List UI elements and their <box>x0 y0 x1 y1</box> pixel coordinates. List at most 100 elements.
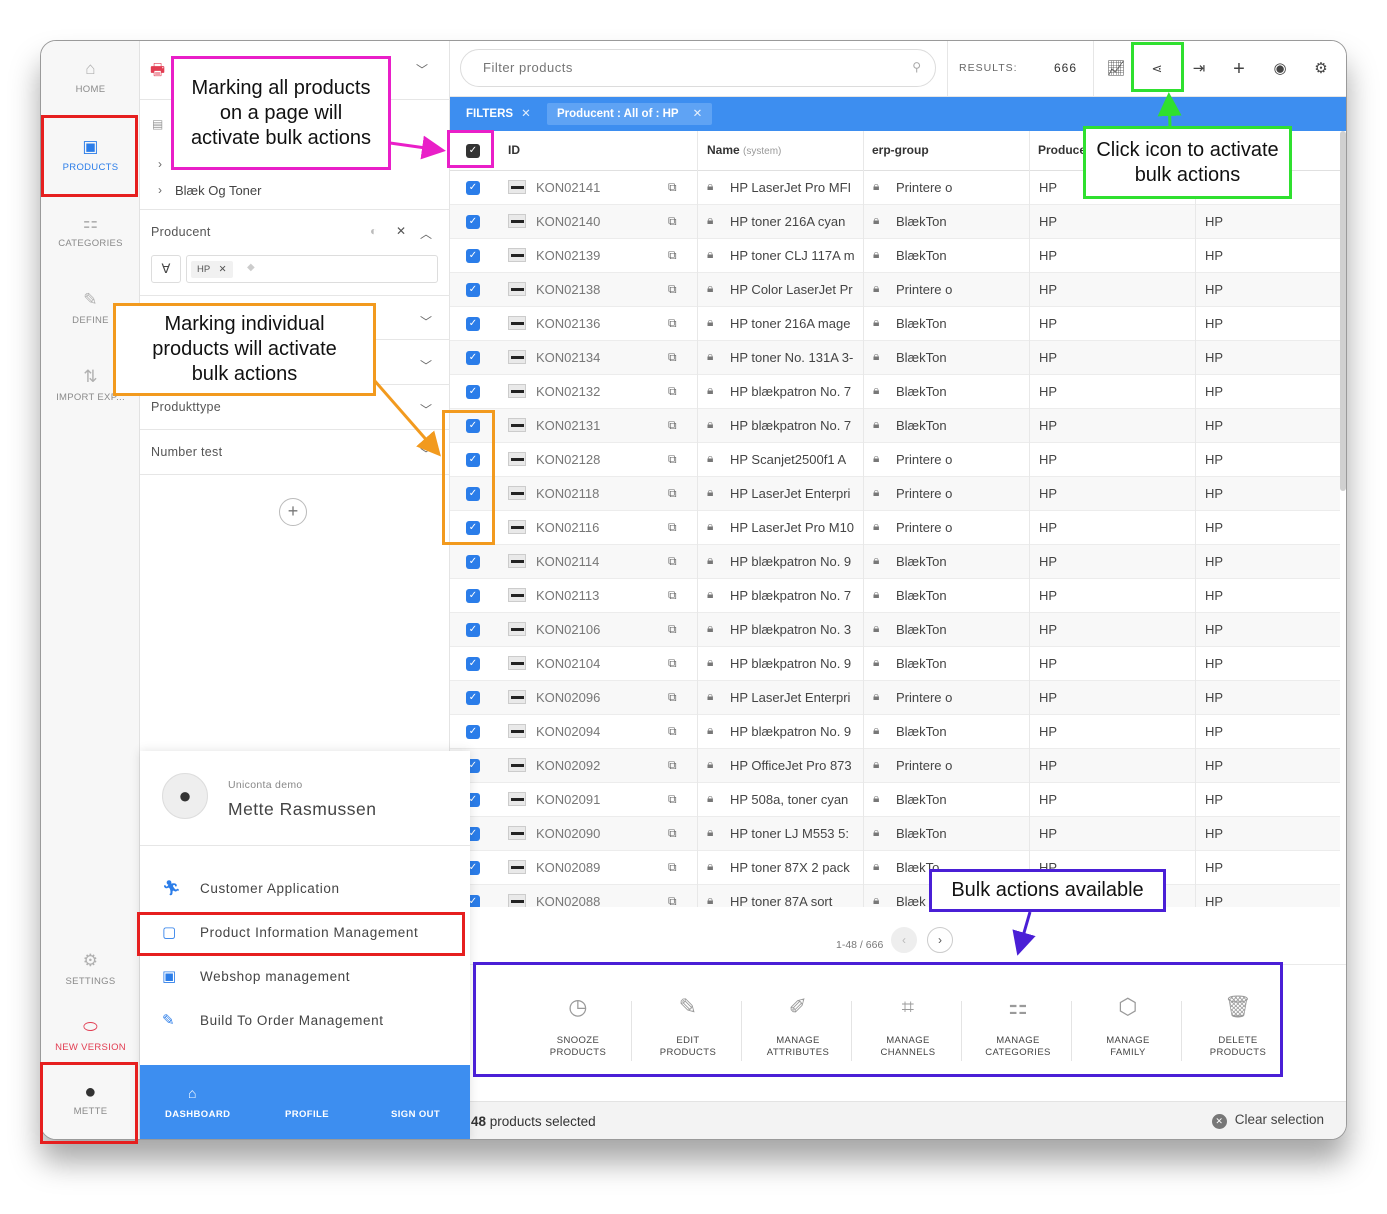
contrast-icon[interactable]: ◐ <box>370 224 377 238</box>
erp-group[interactable]: Printere o <box>896 486 1022 501</box>
copy-icon[interactable]: ⧉ <box>668 520 677 535</box>
col-erp-group[interactable]: erp-group <box>872 143 929 157</box>
product-id[interactable]: KON02134 <box>536 350 656 365</box>
product-name[interactable]: HP Scanjet2500f1 A <box>730 452 856 467</box>
product-name[interactable]: HP blækpatron No. 3 <box>730 622 856 637</box>
produkttype-label[interactable]: Produkttype <box>151 400 221 414</box>
product-name[interactable]: HP toner No. 131A 3- <box>730 350 856 365</box>
table-row[interactable]: ✓ KON02113 ⧉ 🔒︎ HP blækpatron No. 7 🔒︎ BlækTon… <box>450 579 1340 613</box>
copy-icon[interactable]: ⧉ <box>668 622 677 637</box>
add-icon[interactable]: + <box>1225 55 1253 83</box>
copy-icon[interactable]: ⧉ <box>668 452 677 467</box>
vertical-scrollbar[interactable] <box>1340 131 1346 491</box>
erp-group[interactable]: BlækTon <box>896 826 1022 841</box>
signout-button[interactable]: SIGN OUT <box>391 1109 440 1120</box>
col-id[interactable]: ID <box>508 143 520 157</box>
producent-2[interactable]: HP <box>1205 486 1325 501</box>
table-row[interactable]: ✓ KON02116 ⧉ 🔒︎ HP LaserJet Pro M10 🔒︎ Printer… <box>450 511 1340 545</box>
producent-2[interactable]: HP <box>1205 350 1325 365</box>
copy-icon[interactable]: ⧉ <box>668 486 677 501</box>
row-checkbox[interactable]: ✓ <box>466 657 480 671</box>
erp-group[interactable]: BlækTon <box>896 350 1022 365</box>
table-row[interactable]: ✓ KON02106 ⧉ 🔒︎ HP blækpatron No. 3 🔒︎ BlækTon… <box>450 613 1340 647</box>
product-name[interactable]: HP 508a, toner cyan <box>730 792 856 807</box>
erp-group[interactable]: Printere o <box>896 520 1022 535</box>
tag-chip[interactable]: HP ✕ <box>191 261 233 278</box>
category-item[interactable]: Blæk Og Toner <box>175 183 261 198</box>
product-name[interactable]: HP OfficeJet Pro 873 <box>730 758 856 773</box>
dashboard-button[interactable]: DASHBOARD <box>165 1109 230 1120</box>
product-id[interactable]: KON02131 <box>536 418 656 433</box>
clear-selection-button[interactable]: ✕ Clear selection <box>1211 1112 1324 1129</box>
table-row[interactable]: ✓ KON02131 ⧉ 🔒︎ HP blækpatron No. 7 🔒︎ BlækTon… <box>450 409 1340 443</box>
gear-icon[interactable]: ⚙ <box>1307 55 1335 83</box>
producent-2[interactable]: HP <box>1205 520 1325 535</box>
table-row[interactable]: ✓ KON02091 ⧉ 🔒︎ HP 508a, toner cyan 🔒︎ BlækTon… <box>450 783 1340 817</box>
product-id[interactable]: KON02141 <box>536 180 656 195</box>
producent-2[interactable]: HP <box>1205 622 1325 637</box>
row-checkbox[interactable]: ✓ <box>466 623 480 637</box>
table-row[interactable]: ✓ KON02139 ⧉ 🔒︎ HP toner CLJ 117A m 🔒︎ BlækTon… <box>450 239 1340 273</box>
copy-icon[interactable]: ⧉ <box>668 860 677 875</box>
nav-categories[interactable]: ⚏ CATEGORIES <box>41 213 140 249</box>
copy-icon[interactable]: ⧉ <box>668 656 677 671</box>
producent[interactable]: HP <box>1039 384 1179 399</box>
chevron-right-icon[interactable]: › <box>158 157 162 171</box>
product-id[interactable]: KON02089 <box>536 860 656 875</box>
product-id[interactable]: KON02088 <box>536 894 656 907</box>
row-checkbox[interactable]: ✓ <box>466 181 480 195</box>
product-id[interactable]: KON02116 <box>536 520 656 535</box>
table-row[interactable]: ✓ KON02090 ⧉ 🔒︎ HP toner LJ M553 5: 🔒︎ BlækTon… <box>450 817 1340 851</box>
table-row[interactable]: ✓ KON02092 ⧉ 🔒︎ HP OfficeJet Pro 873 🔒︎ Printe… <box>450 749 1340 783</box>
copy-icon[interactable]: ⧉ <box>668 418 677 433</box>
producent[interactable]: HP <box>1039 350 1179 365</box>
product-id[interactable]: KON02096 <box>536 690 656 705</box>
row-checkbox[interactable]: ✓ <box>466 691 480 705</box>
erp-group[interactable]: BlækTon <box>896 554 1022 569</box>
product-id[interactable]: KON02091 <box>536 792 656 807</box>
profile-button[interactable]: PROFILE <box>285 1109 329 1120</box>
chevron-down-icon[interactable]: ﹀ <box>416 61 428 78</box>
erp-group[interactable]: BlækTon <box>896 622 1022 637</box>
producent-2[interactable]: HP <box>1205 452 1325 467</box>
producent[interactable]: HP <box>1039 248 1179 263</box>
copy-icon[interactable]: ⧉ <box>668 758 677 773</box>
nav-home[interactable]: ⌂ HOME <box>41 59 140 95</box>
product-id[interactable]: KON02114 <box>536 554 656 569</box>
producent[interactable]: HP <box>1039 690 1179 705</box>
chevron-down-icon[interactable]: ﹀ <box>420 401 432 418</box>
erp-group[interactable]: Printere o <box>896 690 1022 705</box>
copy-icon[interactable]: ⧉ <box>668 690 677 705</box>
product-name[interactable]: HP blækpatron No. 7 <box>730 588 856 603</box>
erp-group[interactable]: BlækTon <box>896 316 1022 331</box>
copy-icon[interactable]: ⧉ <box>668 384 677 399</box>
product-id[interactable]: KON02138 <box>536 282 656 297</box>
table-row[interactable]: ✓ KON02118 ⧉ 🔒︎ HP LaserJet Enterpri 🔒︎ Printe… <box>450 477 1340 511</box>
next-page-button[interactable]: › <box>927 927 953 953</box>
chevron-down-icon[interactable]: ﹀ <box>420 313 432 330</box>
table-row[interactable]: ✓ KON02104 ⧉ 🔒︎ HP blækpatron No. 9 🔒︎ BlækTon… <box>450 647 1340 681</box>
search-input[interactable] <box>483 60 883 75</box>
erp-group[interactable]: Printere o <box>896 452 1022 467</box>
copy-icon[interactable]: ⧉ <box>668 248 677 263</box>
producent[interactable]: HP <box>1039 520 1179 535</box>
product-id[interactable]: KON02104 <box>536 656 656 671</box>
operator-select[interactable]: ∀ <box>151 255 181 283</box>
producent-2[interactable]: HP <box>1205 656 1325 671</box>
erp-group[interactable]: Printere o <box>896 758 1022 773</box>
producent-2[interactable]: HP <box>1205 554 1325 569</box>
producent-2[interactable]: HP <box>1205 860 1325 875</box>
table-row[interactable]: ✓ KON02088 ⧉ 🔒︎ HP toner 87A sort 🔒︎ Blæk HP <box>450 885 1340 907</box>
table-row[interactable]: ✓ KON02096 ⧉ 🔒︎ HP LaserJet Enterpri 🔒︎ Printe… <box>450 681 1340 715</box>
erp-group[interactable]: BlækTon <box>896 588 1022 603</box>
product-name[interactable]: HP blækpatron No. 9 <box>730 554 856 569</box>
close-icon[interactable]: ✕ <box>693 108 703 120</box>
producent-2[interactable]: HP <box>1205 248 1325 263</box>
producent-2[interactable]: HP <box>1205 758 1325 773</box>
producent-tag-input[interactable]: HP ✕ ◆ <box>186 255 438 283</box>
producent[interactable]: HP <box>1039 418 1179 433</box>
number-test-label[interactable]: Number test <box>151 445 222 459</box>
table-row[interactable]: ✓ KON02140 ⧉ 🔒︎ HP toner 216A cyan 🔒︎ BlækTon H… <box>450 205 1340 239</box>
producent[interactable]: HP <box>1039 554 1179 569</box>
erp-group[interactable]: BlækTon <box>896 792 1022 807</box>
